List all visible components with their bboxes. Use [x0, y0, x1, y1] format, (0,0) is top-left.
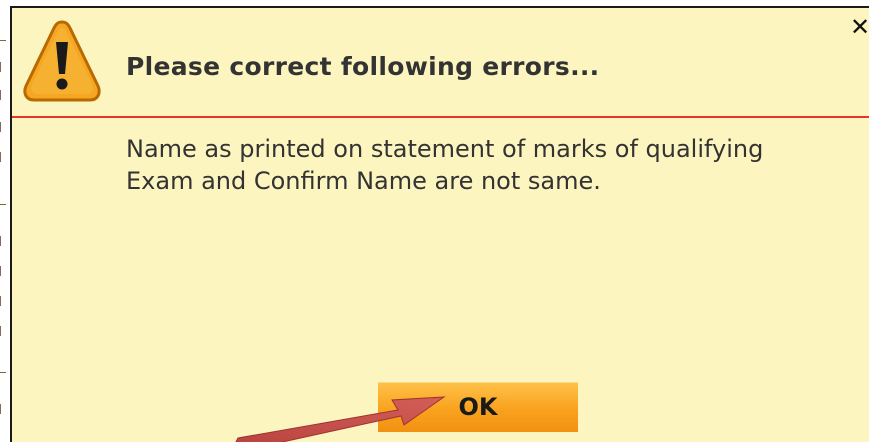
error-dialog: Please correct following errors... ✕ Nam… — [10, 6, 869, 442]
dialog-header: Please correct following errors... ✕ — [12, 8, 869, 118]
ok-button[interactable]: OK — [378, 382, 578, 432]
close-icon[interactable]: ✕ — [850, 14, 869, 40]
warning-icon — [23, 20, 101, 102]
background-text-fragment — [0, 152, 7, 162]
background-text-fragment — [0, 296, 7, 306]
background-divider — [0, 372, 6, 373]
screen: Please correct following errors... ✕ Nam… — [0, 0, 869, 442]
background-divider — [0, 204, 6, 205]
background-text-fragment — [0, 404, 7, 414]
dialog-title: Please correct following errors... — [126, 52, 600, 81]
background-text-fragment — [0, 90, 7, 100]
background-text-fragment — [0, 326, 7, 336]
background-text-fragment — [0, 122, 7, 132]
background-divider — [0, 40, 6, 41]
background-text-fragment — [0, 236, 7, 246]
background-text-fragment — [0, 266, 7, 276]
background-text-fragment — [0, 62, 7, 72]
error-message: Name as printed on statement of marks of… — [126, 135, 764, 195]
